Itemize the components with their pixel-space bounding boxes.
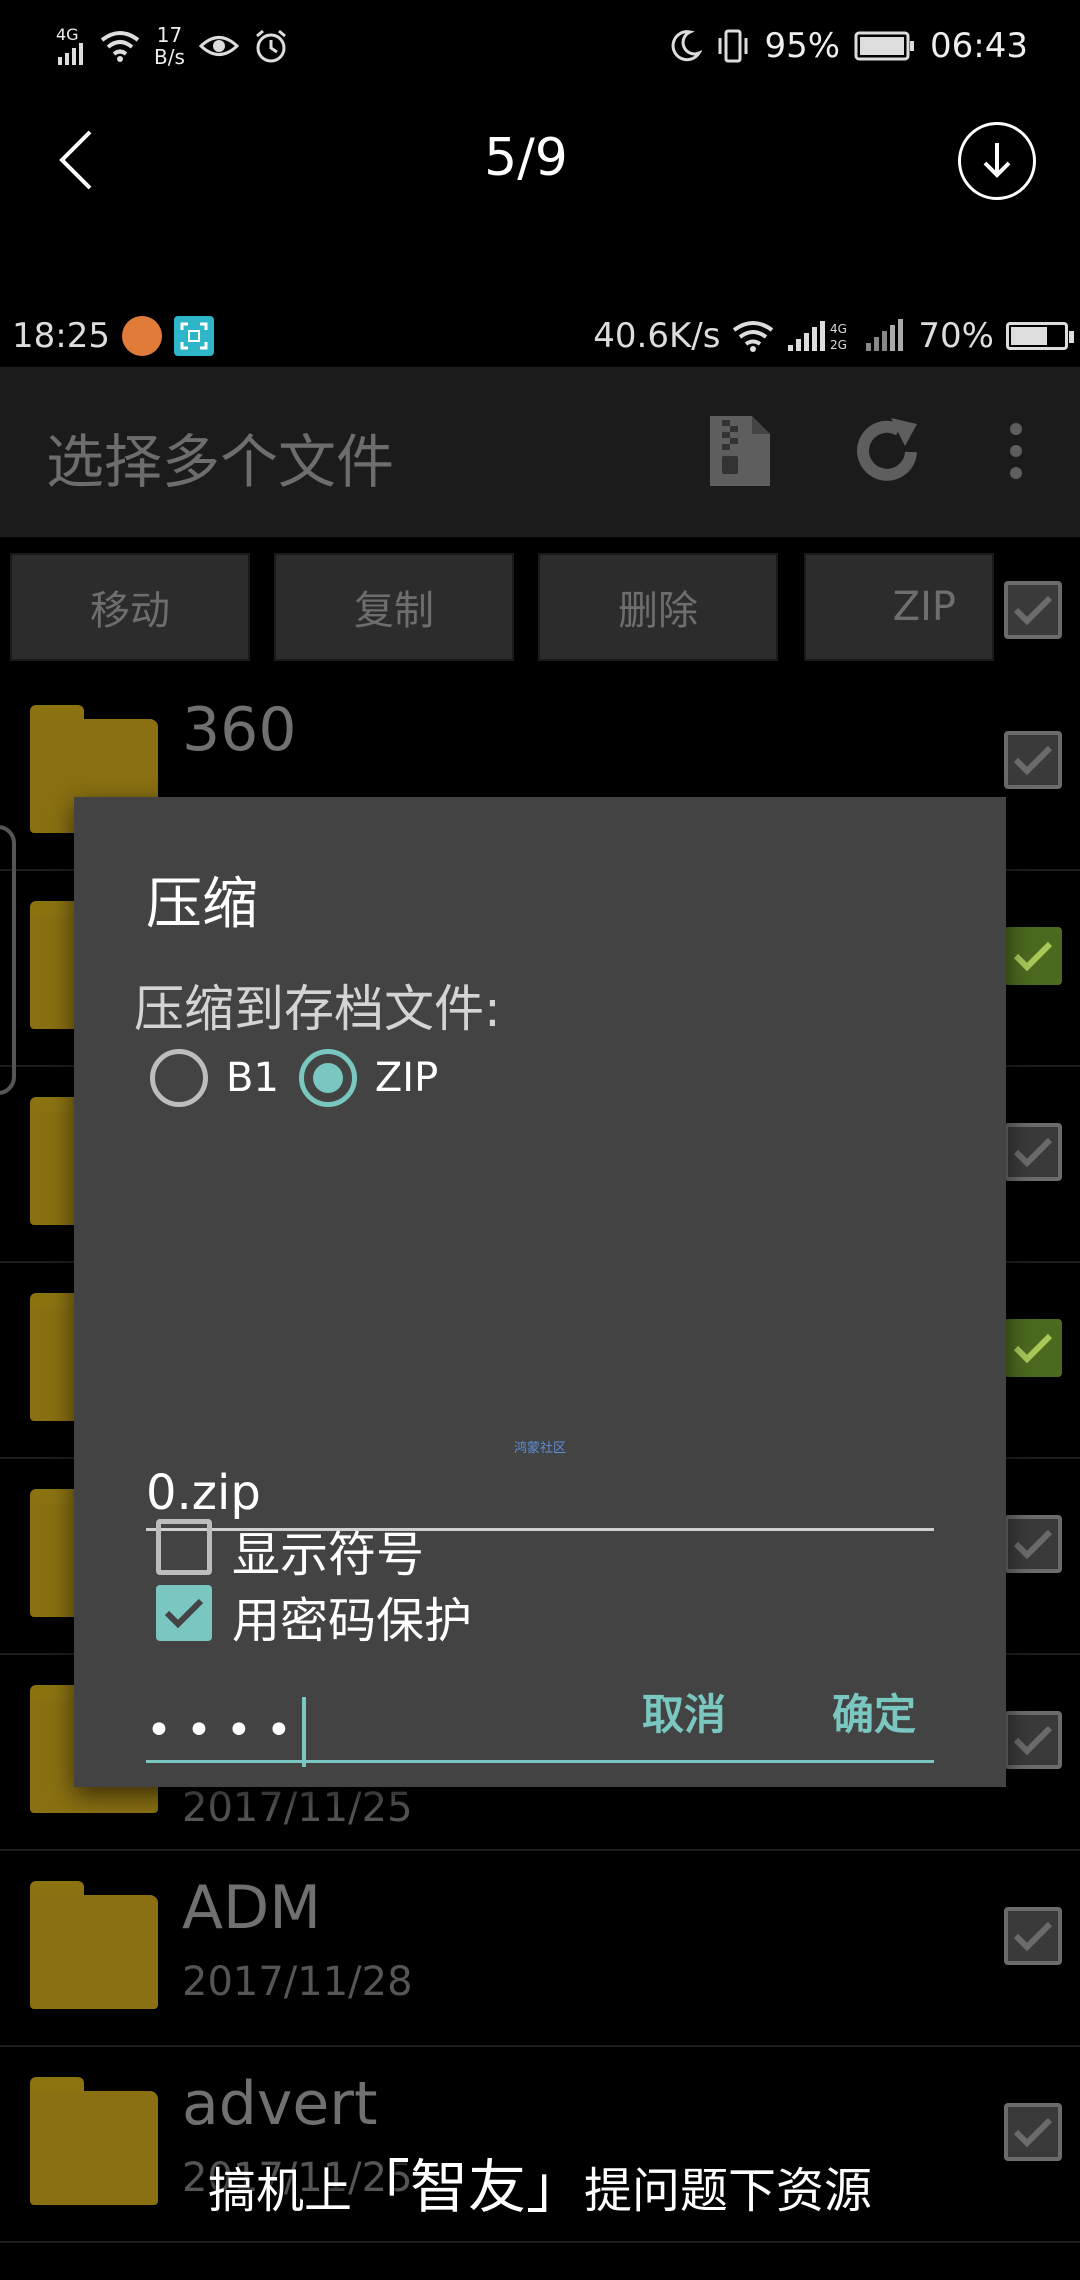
row-checkbox[interactable]	[1004, 927, 1062, 985]
row-checkbox[interactable]	[1004, 1711, 1062, 1769]
confirm-button[interactable]: 确定	[832, 1681, 916, 1742]
row-checkbox[interactable]	[1004, 1319, 1062, 1377]
check-icon	[1013, 1529, 1053, 1560]
file-name: advert	[182, 2069, 378, 2139]
show-symbols-checkbox[interactable]	[156, 1519, 212, 1575]
check-icon	[1013, 1921, 1053, 1952]
check-icon	[1013, 595, 1053, 626]
vibrate-icon	[718, 29, 748, 63]
dialog-subtitle: 压缩到存档文件:	[134, 980, 501, 1038]
alarm-icon	[255, 29, 286, 63]
inner-clock: 18:25	[12, 316, 110, 356]
zip-button[interactable]: ZIP	[804, 553, 994, 661]
battery-icon	[854, 31, 915, 61]
check-icon	[164, 1598, 204, 1629]
password-protect-checkbox[interactable]	[156, 1585, 212, 1641]
caption-overlay: 搞机上「智友」提问题下资源	[0, 2140, 1080, 2224]
check-icon	[1013, 745, 1053, 776]
file-name: ADM	[182, 1873, 322, 1943]
caption-after: 提问题下资源	[584, 2163, 873, 2219]
scan-icon	[173, 316, 214, 356]
app-notification-icon	[121, 316, 162, 356]
inner-network-speed: 40.6K/s	[593, 316, 721, 356]
wifi-icon	[733, 321, 774, 352]
app-toolbar: 选择多个文件	[0, 367, 1080, 537]
check-icon	[1013, 1725, 1053, 1756]
signal-icon	[866, 319, 904, 351]
format-radio-group: B1 ZIP	[150, 1049, 458, 1107]
show-symbols-label: 显示符号	[232, 1527, 425, 1583]
more-options-button[interactable]	[976, 411, 1056, 491]
compress-dialog: 压缩 压缩到存档文件: B1 ZIP 鸿蒙社区 0.zip 用密码保护 ••••	[74, 797, 1006, 1787]
filename-value: 0.zip	[146, 1465, 261, 1521]
delete-button[interactable]: 删除	[538, 553, 778, 661]
select-all-checkbox[interactable]	[1004, 581, 1062, 639]
action-bar: 移动 复制 删除 ZIP	[0, 553, 1080, 665]
inner-battery-icon	[1006, 322, 1074, 350]
row-checkbox[interactable]	[1004, 731, 1062, 789]
file-name: 360	[182, 695, 297, 765]
eye-icon	[198, 36, 239, 56]
caption-before: 搞机上	[207, 2163, 352, 2219]
wifi-icon	[100, 31, 140, 62]
more-vert-icon	[1010, 423, 1022, 479]
move-button[interactable]: 移动	[10, 553, 250, 661]
folder-icon	[30, 1881, 158, 2011]
cancel-button[interactable]: 取消	[642, 1681, 726, 1742]
archive-button[interactable]	[700, 411, 780, 491]
row-checkbox[interactable]	[1004, 1123, 1062, 1181]
toolbar-title: 选择多个文件	[46, 428, 395, 496]
outer-clock: 06:43	[930, 26, 1028, 66]
copy-button[interactable]: 复制	[274, 553, 514, 661]
download-icon	[983, 143, 1011, 178]
signal-4g-icon: 4G2G	[788, 321, 847, 352]
watermark-text: 鸿蒙社区	[514, 1441, 567, 1456]
viewer-header: 5/9	[0, 100, 1080, 222]
download-button[interactable]	[958, 122, 1036, 200]
password-input[interactable]: ••••	[146, 1697, 934, 1767]
radio-b1-label: B1	[226, 1055, 279, 1101]
svg-text:4G: 4G	[830, 322, 847, 336]
password-value: ••••	[146, 1705, 306, 1756]
file-row[interactable]: ADM 2017/11/28	[0, 1851, 1080, 2047]
cellular-icon: 4G	[56, 27, 86, 65]
side-handle[interactable]	[0, 825, 16, 1095]
refresh-icon	[857, 418, 917, 481]
svg-text:2G: 2G	[830, 338, 847, 352]
file-date: 2017/11/25	[182, 1785, 413, 1831]
file-date: 2017/11/28	[182, 1959, 413, 2005]
inner-battery-percent: 70%	[918, 316, 994, 356]
radio-b1[interactable]	[150, 1049, 208, 1107]
page-counter: 5/9	[484, 128, 568, 188]
check-icon	[1013, 941, 1053, 972]
check-icon	[1013, 1333, 1053, 1364]
radio-zip-label: ZIP	[374, 1055, 439, 1101]
text-caret	[301, 1697, 306, 1767]
zip-file-icon	[710, 416, 770, 486]
inner-screenshot: 18:25 40.6K/s 4G 2G 70% 选择多个文件 移动 复制 删除 …	[0, 305, 1080, 2280]
radio-zip[interactable]	[298, 1049, 357, 1107]
password-protect-label: 用密码保护	[232, 1593, 473, 1649]
caption-highlight: 「智友」	[351, 2153, 584, 2221]
network-speed: 17 B/s	[154, 23, 185, 69]
outer-battery-percent: 95%	[764, 26, 841, 66]
inner-status-bar: 18:25 40.6K/s 4G 2G 70%	[0, 305, 1080, 367]
row-checkbox[interactable]	[1004, 1515, 1062, 1573]
row-checkbox[interactable]	[1004, 1907, 1062, 1965]
dialog-title: 压缩	[146, 872, 258, 937]
check-icon	[1013, 1137, 1053, 1168]
moon-icon	[672, 30, 703, 62]
outer-status-bar: 4G 17 B/s 95% 06:43	[0, 0, 1080, 92]
refresh-button[interactable]	[848, 411, 928, 491]
